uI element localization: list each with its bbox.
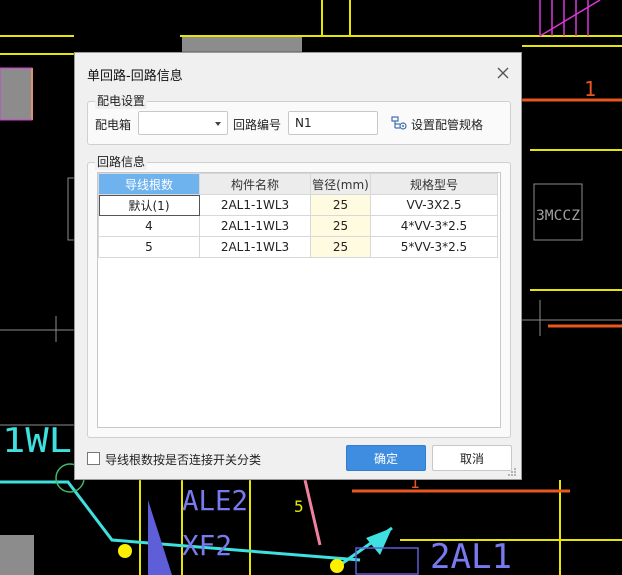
- close-icon: [497, 67, 509, 79]
- screen: 1WL ALE2 XF2 2AL1 1 1 5 3MCCZ 单回路-回路信息 配…: [0, 0, 622, 575]
- distribution-box-label: 配电箱: [95, 118, 132, 132]
- cell-wire-count[interactable]: 5: [98, 236, 200, 258]
- cad-pink-line: [303, 479, 322, 546]
- cad-panel-box: [355, 547, 419, 575]
- cell-conduit-diameter[interactable]: 25: [310, 236, 371, 258]
- classify-by-switch-label: 导线根数按是否连接开关分类: [105, 453, 262, 467]
- column-header-conduit-diameter[interactable]: 管径(mm): [310, 173, 371, 195]
- cad-gray-block: [0, 535, 34, 575]
- cad-label-2al1: 2AL1: [430, 537, 512, 575]
- cad-label-1wl: 1WL: [2, 421, 72, 461]
- close-button[interactable]: [493, 63, 513, 83]
- set-conduit-spec-button[interactable]: 设置配管规格: [391, 114, 491, 134]
- table-row[interactable]: 4 2AL1-1WL3 25 4*VV-3*2.5: [98, 215, 498, 237]
- ok-button[interactable]: 确定: [346, 445, 426, 471]
- cell-component-name[interactable]: 2AL1-1WL3: [199, 215, 311, 237]
- cad-magenta-hatch: [539, 0, 601, 37]
- circuit-table: 导线根数 构件名称 管径(mm) 规格型号 默认(1) 2AL1-1WL3 25…: [98, 173, 498, 258]
- classify-by-switch-checkbox[interactable]: [87, 452, 100, 465]
- chevron-down-icon: [215, 122, 221, 126]
- set-conduit-spec-label: 设置配管规格: [411, 118, 484, 132]
- column-header-spec-model[interactable]: 规格型号: [370, 173, 498, 195]
- cad-cyan-arrow: [366, 528, 392, 555]
- dialog-title: 单回路-回路信息: [87, 69, 183, 84]
- cad-gray-block: [0, 68, 32, 120]
- column-header-component-name[interactable]: 构件名称: [199, 173, 311, 195]
- distribution-group-label: 配电设置: [95, 92, 148, 109]
- circuit-info-group-label: 回路信息: [95, 153, 148, 170]
- cell-component-name[interactable]: 2AL1-1WL3: [199, 194, 311, 216]
- circuit-number-input[interactable]: [288, 111, 378, 135]
- circuit-table-container[interactable]: 导线根数 构件名称 管径(mm) 规格型号 默认(1) 2AL1-1WL3 25…: [97, 172, 501, 428]
- cell-spec-model[interactable]: VV-3X2.5: [370, 194, 498, 216]
- cad-label-ale2: ALE2: [182, 484, 248, 517]
- cad-label-xf2: XF2: [182, 529, 232, 562]
- circuit-info-dialog: 单回路-回路信息 配电设置 配电箱 回路编号 N1 设置配管规格 回路信息 导线…: [74, 52, 522, 480]
- cad-label-number: 5: [294, 497, 304, 516]
- table-row[interactable]: 默认(1) 2AL1-1WL3 25 VV-3X2.5: [98, 194, 498, 216]
- cell-component-name[interactable]: 2AL1-1WL3: [199, 236, 311, 258]
- cell-wire-count[interactable]: 4: [98, 215, 200, 237]
- cell-wire-count[interactable]: 默认(1): [98, 194, 200, 216]
- resize-grip-icon[interactable]: [507, 467, 517, 477]
- cell-conduit-diameter[interactable]: 25: [310, 194, 371, 216]
- cell-spec-model[interactable]: 4*VV-3*2.5: [370, 215, 498, 237]
- dialog-titlebar[interactable]: 单回路-回路信息: [75, 53, 521, 91]
- cad-node-dot: [118, 544, 132, 558]
- cad-label-number: 1: [584, 77, 596, 101]
- conduit-spec-icon: [391, 116, 407, 130]
- cad-gray-block: [182, 36, 302, 52]
- cad-node-dot: [330, 559, 344, 573]
- cell-conduit-diameter[interactable]: 25: [310, 215, 371, 237]
- table-row[interactable]: 5 2AL1-1WL3 25 5*VV-3*2.5: [98, 236, 498, 258]
- circuit-number-label: 回路编号: [233, 118, 282, 132]
- column-header-wire-count[interactable]: 导线根数: [98, 173, 200, 195]
- cad-label-tag: 3MCCZ: [536, 208, 580, 224]
- distribution-box-select[interactable]: [138, 111, 228, 135]
- cancel-button[interactable]: 取消: [432, 445, 512, 471]
- cell-spec-model[interactable]: 5*VV-3*2.5: [370, 236, 498, 258]
- cad-purple-triangle: [148, 500, 172, 575]
- table-header-row: 导线根数 构件名称 管径(mm) 规格型号: [98, 173, 498, 195]
